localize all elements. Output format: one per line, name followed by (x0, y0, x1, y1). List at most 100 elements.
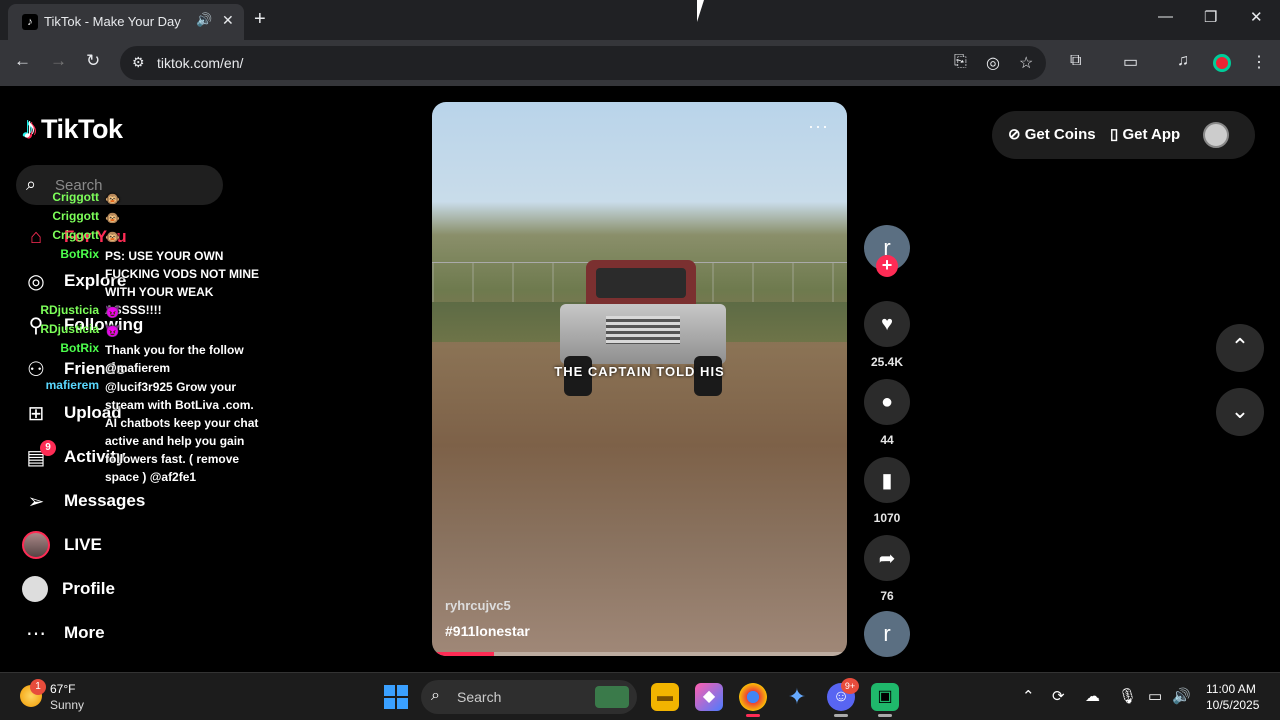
network-icon[interactable]: ▭ (1148, 687, 1162, 705)
cloud-error-icon[interactable]: ☁ (1085, 687, 1100, 705)
app-running-indicator (878, 714, 892, 717)
user-avatar[interactable] (1203, 122, 1229, 148)
nav-live[interactable]: LIVE (22, 530, 102, 560)
microphone-icon[interactable]: 🎙 (1118, 687, 1137, 705)
clock-date[interactable]: 10/5/2025 (1206, 698, 1259, 712)
chat-username: BotRix (60, 341, 99, 355)
get-app-label: Get App (1122, 126, 1181, 143)
creator-avatar-button[interactable]: r + (863, 225, 911, 277)
chat-text: 🐵 (105, 192, 120, 206)
video-progress-bar[interactable] (432, 652, 847, 656)
get-coins-label: Get Coins (1024, 126, 1096, 143)
weather-badge: 1 (30, 679, 46, 695)
profile-icon[interactable] (1213, 54, 1231, 72)
video-username[interactable]: ryhrcujvc5 (445, 598, 511, 613)
minimize-button[interactable]: — (1158, 8, 1173, 25)
windows-start-icon[interactable] (384, 685, 408, 709)
menu-icon[interactable]: ⋮ (1251, 52, 1267, 72)
video-caption: THE CAPTAIN TOLD HIS (554, 364, 725, 379)
weather-temp[interactable]: 67°F (50, 682, 75, 696)
nav-profile[interactable]: Profile (22, 574, 115, 604)
chat-message: Criggott 🐵 (0, 190, 265, 208)
volume-icon[interactable]: 🔊 (1172, 687, 1191, 705)
chat-message: RDjusticia 😈 (0, 322, 265, 340)
sync-icon[interactable]: ⟳ (1052, 687, 1065, 705)
phone-icon: ▯ (1110, 126, 1119, 143)
chevron-up-icon: ⌃ (1230, 334, 1250, 359)
tab-title: TikTok - Make Your Day (44, 14, 181, 29)
start-tile (384, 685, 395, 696)
gemini-icon[interactable]: ✦ (783, 683, 811, 711)
share-icon: ➦ (864, 535, 910, 581)
like-button[interactable]: ♥ 25.4K (863, 301, 911, 369)
chat-message: Criggott 🐵 (0, 209, 265, 227)
bookmark-icon: ▮ (864, 457, 910, 503)
sound-disc-button[interactable]: r (863, 611, 911, 657)
speaker-icon[interactable]: 🔊 (196, 12, 212, 28)
chat-username: RDjusticia (40, 322, 99, 336)
site-info-icon[interactable]: ⚙ (132, 54, 145, 71)
media-icon[interactable]: ♫ (1177, 52, 1189, 70)
get-app-button[interactable]: ▯ Get App (1110, 125, 1180, 143)
new-tab-button[interactable]: + (254, 8, 266, 30)
chat-username: Criggott (52, 228, 99, 242)
chat-message: RDjusticia 😈 (0, 303, 265, 321)
chat-username: Criggott (52, 190, 99, 204)
tiktok-logo[interactable]: ♪ TikTok (22, 112, 123, 146)
file-explorer-icon[interactable]: ▬ (651, 683, 679, 711)
chevron-up-icon[interactable]: ⌃ (1022, 687, 1035, 705)
chat-message: mafierem @lucif3r925 Grow your stream wi… (0, 378, 265, 486)
nav-label-profile: Profile (62, 579, 115, 598)
streaming-app-icon[interactable]: ▣ (871, 683, 899, 711)
chat-username: Criggott (52, 209, 99, 223)
chat-username: RDjusticia (40, 303, 99, 317)
chat-text: @lucif3r925 Grow your stream with BotLiv… (105, 380, 259, 484)
comment-count: 44 (880, 433, 894, 447)
back-icon[interactable]: ← (14, 51, 31, 71)
install-app-icon[interactable]: ⎘ (954, 53, 967, 71)
start-tile (397, 698, 408, 709)
windows-taskbar: 1 67°F Sunny ⌕ Search ▬ ◆ ✦ ☺ 9+ ▣ ⌃ ⟳ ☁… (0, 672, 1280, 720)
clock-time[interactable]: 11:00 AM (1206, 682, 1256, 696)
search-highlight-icon (595, 686, 629, 708)
chevron-down-icon: ⌄ (1230, 398, 1250, 423)
nav-more[interactable]: ⋯ More (22, 618, 105, 648)
extensions-icon[interactable]: ⧉ (1070, 52, 1081, 70)
follow-plus-icon[interactable]: + (876, 255, 898, 277)
taskbar-search[interactable]: ⌕ Search (421, 680, 637, 714)
video-player[interactable]: THE CAPTAIN TOLD HIS ··· ryhrcujvc5 #911… (432, 102, 847, 656)
address-bar[interactable]: ⚙ tiktok.com/en/ ⎘ ◎ ☆ (120, 46, 1046, 80)
tab-search-icon[interactable]: ▭ (1123, 52, 1138, 72)
copilot-icon[interactable]: ◆ (695, 683, 723, 711)
chrome-icon[interactable] (739, 683, 767, 711)
chat-message: Criggott 🐵 (0, 228, 265, 246)
forward-icon[interactable]: → (50, 51, 67, 71)
reload-icon[interactable]: ↻ (86, 51, 100, 71)
eye-off-icon[interactable]: ◎ (986, 53, 1000, 73)
search-icon: ⌕ (431, 687, 440, 704)
get-coins-button[interactable]: ⊘ Get Coins (1008, 125, 1096, 143)
previous-video-button[interactable]: ⌃ (1216, 324, 1264, 372)
start-tile (384, 698, 395, 709)
save-button[interactable]: ▮ 1070 (863, 457, 911, 525)
start-tile (397, 685, 408, 696)
weather-desc[interactable]: Sunny (50, 698, 84, 712)
star-icon[interactable]: ☆ (1019, 53, 1033, 73)
logo-text: TikTok (41, 113, 123, 144)
close-window-button[interactable]: ✕ (1250, 8, 1263, 26)
next-video-button[interactable]: ⌄ (1216, 388, 1264, 436)
close-tab-icon[interactable]: ✕ (222, 12, 234, 29)
restore-button[interactable]: ❐ (1204, 8, 1217, 26)
discord-running-indicator (834, 714, 848, 717)
url-text[interactable]: tiktok.com/en/ (157, 55, 243, 71)
browser-toolbar: ← → ↻ ⚙ tiktok.com/en/ ⎘ ◎ ☆ ⧉ ▭ ♫ ⋮ (0, 40, 1280, 86)
video-hashtag[interactable]: #911lonestar (445, 623, 530, 639)
share-button[interactable]: ➦ 76 (863, 535, 911, 603)
sound-disc: r (864, 611, 910, 657)
video-more-icon[interactable]: ··· (808, 116, 829, 137)
browser-tab[interactable]: ♪ TikTok - Make Your Day 🔊 ✕ (8, 4, 244, 40)
nav-messages[interactable]: ➢ Messages (22, 486, 146, 516)
header-actions: ⊘ Get Coins ▯ Get App (992, 111, 1255, 159)
screen: ♪ TikTok - Make Your Day 🔊 ✕ + — ❐ ✕ ← →… (0, 0, 1280, 720)
comment-button[interactable]: ● 44 (863, 379, 911, 447)
